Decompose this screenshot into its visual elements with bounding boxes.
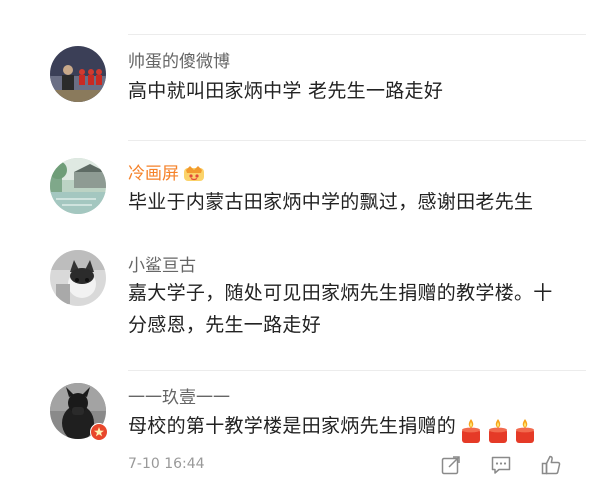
comment-username[interactable]: 一一玖壹一一: [128, 387, 230, 409]
like-icon[interactable]: [540, 454, 562, 476]
comment-list: 帅蛋的傻微博 高中就叫田家炳中学 老先生一路走好 冷画屏 毕业于内蒙古田家炳中学…: [0, 0, 614, 488]
username-text: 冷画屏: [128, 164, 179, 184]
comment-text: 毕业于内蒙古田家炳中学的飘过，感谢田老先生: [128, 191, 534, 213]
avatar[interactable]: [50, 250, 106, 306]
share-icon[interactable]: [440, 454, 462, 476]
divider: [128, 34, 586, 35]
comment-text: 嘉大学子，随处可见田家炳先生捐赠的教学楼。十分感恩，先生一路走好: [128, 282, 553, 336]
red-verified-badge-icon: [90, 423, 108, 441]
avatar-photo-group-icon: [50, 46, 106, 102]
divider: [128, 370, 586, 371]
comment-footer: 7-10 16:44: [0, 454, 614, 478]
divider: [128, 140, 586, 141]
emoji-group: [456, 414, 537, 446]
avatar[interactable]: [50, 158, 106, 214]
comment-icon[interactable]: [490, 454, 512, 476]
candle-emoji: [486, 418, 510, 444]
candle-emoji: [459, 418, 483, 444]
comment-username[interactable]: 冷画屏: [128, 163, 205, 188]
avatar[interactable]: [50, 46, 106, 102]
avatar-photo-cat-icon: [50, 250, 106, 306]
timestamp: 7-10 16:44: [128, 456, 205, 472]
comment-username[interactable]: 小鲨亘古: [128, 255, 196, 277]
candle-emoji: [513, 418, 537, 444]
vip-crown-badge-icon: [183, 164, 205, 188]
comment-text: 母校的第十教学楼是田家炳先生捐赠的: [128, 410, 568, 446]
avatar-photo-waterside-town-icon: [50, 158, 106, 214]
comment-username[interactable]: 帅蛋的傻微博: [128, 51, 230, 73]
comment-text: 高中就叫田家炳中学 老先生一路走好: [128, 80, 444, 102]
comment-text-content: 母校的第十教学楼是田家炳先生捐赠的: [128, 415, 457, 437]
